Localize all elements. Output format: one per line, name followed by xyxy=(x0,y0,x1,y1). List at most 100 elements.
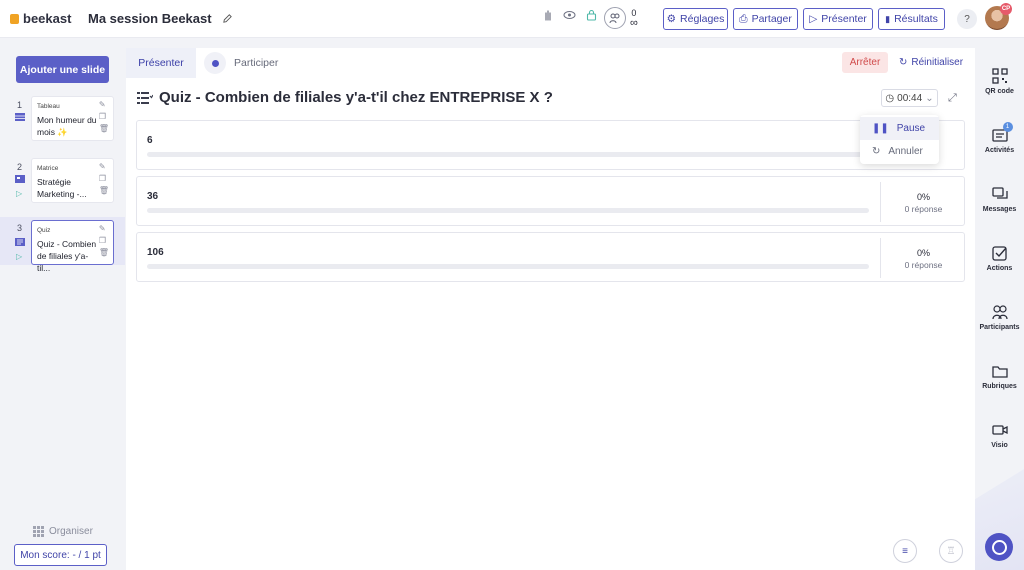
hand-icon[interactable] xyxy=(543,9,553,21)
edit-icon[interactable]: ✎ xyxy=(99,100,109,109)
list-icon: ≡ xyxy=(902,545,908,557)
logo[interactable]: beekast xyxy=(10,11,88,26)
play-icon[interactable]: ▷ xyxy=(16,189,22,198)
session-title[interactable]: Ma session Beekast xyxy=(88,11,212,26)
messages-icon xyxy=(991,187,1008,199)
quiz-list-icon xyxy=(137,91,153,104)
sidebar-item-actions[interactable]: Actions xyxy=(975,245,1024,272)
present-button[interactable]: ▷ Présenter xyxy=(803,8,873,30)
answer-progress-bar xyxy=(147,264,869,269)
slide-item-active[interactable]: 3 ▷ Quiz Quiz - Combien de filiales y'a-… xyxy=(0,217,125,273)
slide-item[interactable]: 1 Tableau Mon humeur du mois ✨ ✎ ❐ 🗑 xyxy=(0,96,125,144)
timer-pause-option[interactable]: ❚❚ Pause xyxy=(860,117,939,140)
timer-dropdown[interactable]: ◷ 00:44 ⌄ xyxy=(881,89,938,107)
sidebar-item-sections[interactable]: Rubriques xyxy=(975,363,1024,390)
pause-icon: ❚❚ xyxy=(872,123,889,134)
folder-icon xyxy=(991,366,1008,378)
timer-cancel-option[interactable]: ↻ Annuler xyxy=(860,140,939,163)
participants-counter[interactable]: 0 ∞ xyxy=(604,7,638,29)
participants-limit: ∞ xyxy=(630,17,638,29)
slides-sidebar: Ajouter une slide 1 Tableau Mon humeur d… xyxy=(0,39,125,570)
slide-number: 3 xyxy=(17,223,23,233)
matrix-icon xyxy=(15,175,25,183)
share-button[interactable]: ⎙ Partager xyxy=(733,8,798,30)
tab-present[interactable]: Présenter xyxy=(126,48,196,78)
trophy-button[interactable]: ♖ xyxy=(939,539,963,563)
answer-percent: 0% xyxy=(916,192,930,202)
timer-menu: ❚❚ Pause ↻ Annuler xyxy=(860,115,939,164)
answer-percent: 0% xyxy=(916,248,930,258)
trash-icon[interactable]: 🗑 xyxy=(99,186,109,195)
sidebar-item-label: Rubriques xyxy=(982,383,1017,390)
sidebar-item-participants[interactable]: Participants xyxy=(975,304,1024,331)
list-view-button[interactable]: ≡ xyxy=(893,539,917,563)
organise-label: Organiser xyxy=(49,526,93,537)
edit-icon[interactable]: ✎ xyxy=(99,224,109,233)
slide-card[interactable]: Quiz Quiz - Combien de filiales y'a-til.… xyxy=(31,220,114,273)
cancel-label: Annuler xyxy=(888,146,923,157)
hidden-eye-icon[interactable] xyxy=(563,10,576,20)
divider xyxy=(880,238,881,278)
help-button[interactable]: ? xyxy=(957,9,977,29)
slide-card[interactable]: Tableau Mon humeur du mois ✨ ✎ ❐ 🗑 xyxy=(31,96,114,141)
slide-type: Quiz xyxy=(37,227,51,234)
gear-icon: ⚙ xyxy=(666,13,677,25)
share-icon: ⎙ xyxy=(739,12,748,25)
table-icon xyxy=(15,113,25,121)
trash-icon[interactable]: 🗑 xyxy=(99,248,109,257)
reset-button[interactable]: ↻ Réinitialiser xyxy=(899,52,963,73)
slide-card[interactable]: Matrice Stratégie Marketing -... ✎ ❐ 🗑 xyxy=(31,158,114,203)
play-icon[interactable]: ▷ xyxy=(16,252,22,261)
sidebar-item-messages[interactable]: Messages xyxy=(975,186,1024,213)
edit-session-icon[interactable] xyxy=(222,13,233,24)
trash-icon[interactable]: 🗑 xyxy=(99,124,109,133)
edit-icon[interactable]: ✎ xyxy=(99,162,109,171)
slide-item[interactable]: 2 ▷ Matrice Stratégie Marketing -... ✎ ❐… xyxy=(0,158,125,206)
beekast-logo-icon xyxy=(10,13,19,24)
question-title: Quiz - Combien de filiales y'a-t'il chez… xyxy=(159,89,553,106)
refresh-icon: ↻ xyxy=(899,57,908,68)
share-label: Partager xyxy=(751,13,792,25)
score-button[interactable]: Mon score: - / 1 pt xyxy=(14,544,107,566)
duplicate-icon[interactable]: ❐ xyxy=(99,174,109,183)
results-label: Résultats xyxy=(894,13,938,25)
quiz-icon xyxy=(15,238,25,246)
sidebar-item-label: QR code xyxy=(985,88,1014,95)
sidebar-item-activities[interactable]: 1 Activités xyxy=(975,122,1024,154)
duplicate-icon[interactable]: ❐ xyxy=(99,112,109,121)
answer-label: 6 xyxy=(147,135,153,146)
checkbox-icon xyxy=(991,246,1007,261)
sidebar-item-label: Visio xyxy=(991,442,1008,449)
results-button[interactable]: ▮ Résultats xyxy=(878,8,945,30)
answer-label: 106 xyxy=(147,247,164,258)
answer-label: 36 xyxy=(147,191,159,202)
slide-name: Stratégie Marketing -... xyxy=(37,177,87,199)
reset-label: Réinitialiser xyxy=(911,57,964,68)
participants-icon xyxy=(991,305,1008,320)
add-slide-button[interactable]: Ajouter une slide xyxy=(16,56,109,83)
support-chat-button[interactable] xyxy=(985,533,1013,561)
present-label: Présenter xyxy=(821,13,867,25)
sidebar-item-label: Activités xyxy=(984,147,1015,154)
slide-name: Quiz - Combien de filiales y'a-til... xyxy=(37,239,97,273)
divider xyxy=(880,182,881,222)
settings-button[interactable]: ⚙ Réglages xyxy=(663,8,728,30)
expand-icon[interactable]: ⤢ xyxy=(948,92,957,105)
sidebar-item-visio[interactable]: Visio xyxy=(975,422,1024,449)
tab-participate[interactable]: Participer xyxy=(204,48,278,78)
organise-button[interactable]: Organiser xyxy=(33,526,93,537)
slide-type: Matrice xyxy=(37,165,59,172)
top-status-icons xyxy=(543,9,597,21)
sidebar-item-label: Actions xyxy=(986,265,1013,272)
pause-label: Pause xyxy=(896,123,926,134)
activities-icon: 1 xyxy=(991,122,1013,143)
lock-icon[interactable] xyxy=(586,9,597,21)
duplicate-icon[interactable]: ❐ xyxy=(99,236,109,245)
sidebar-item-qr-code[interactable]: QR code xyxy=(975,68,1024,95)
stop-button[interactable]: Arrêter xyxy=(842,52,888,73)
slide-type: Tableau xyxy=(37,103,60,110)
refresh-icon: ↻ xyxy=(872,146,881,157)
tab-participate-label: Participer xyxy=(234,57,279,69)
sidebar-item-label: Messages xyxy=(982,206,1017,213)
sidebar-item-label: Participants xyxy=(979,324,1020,331)
